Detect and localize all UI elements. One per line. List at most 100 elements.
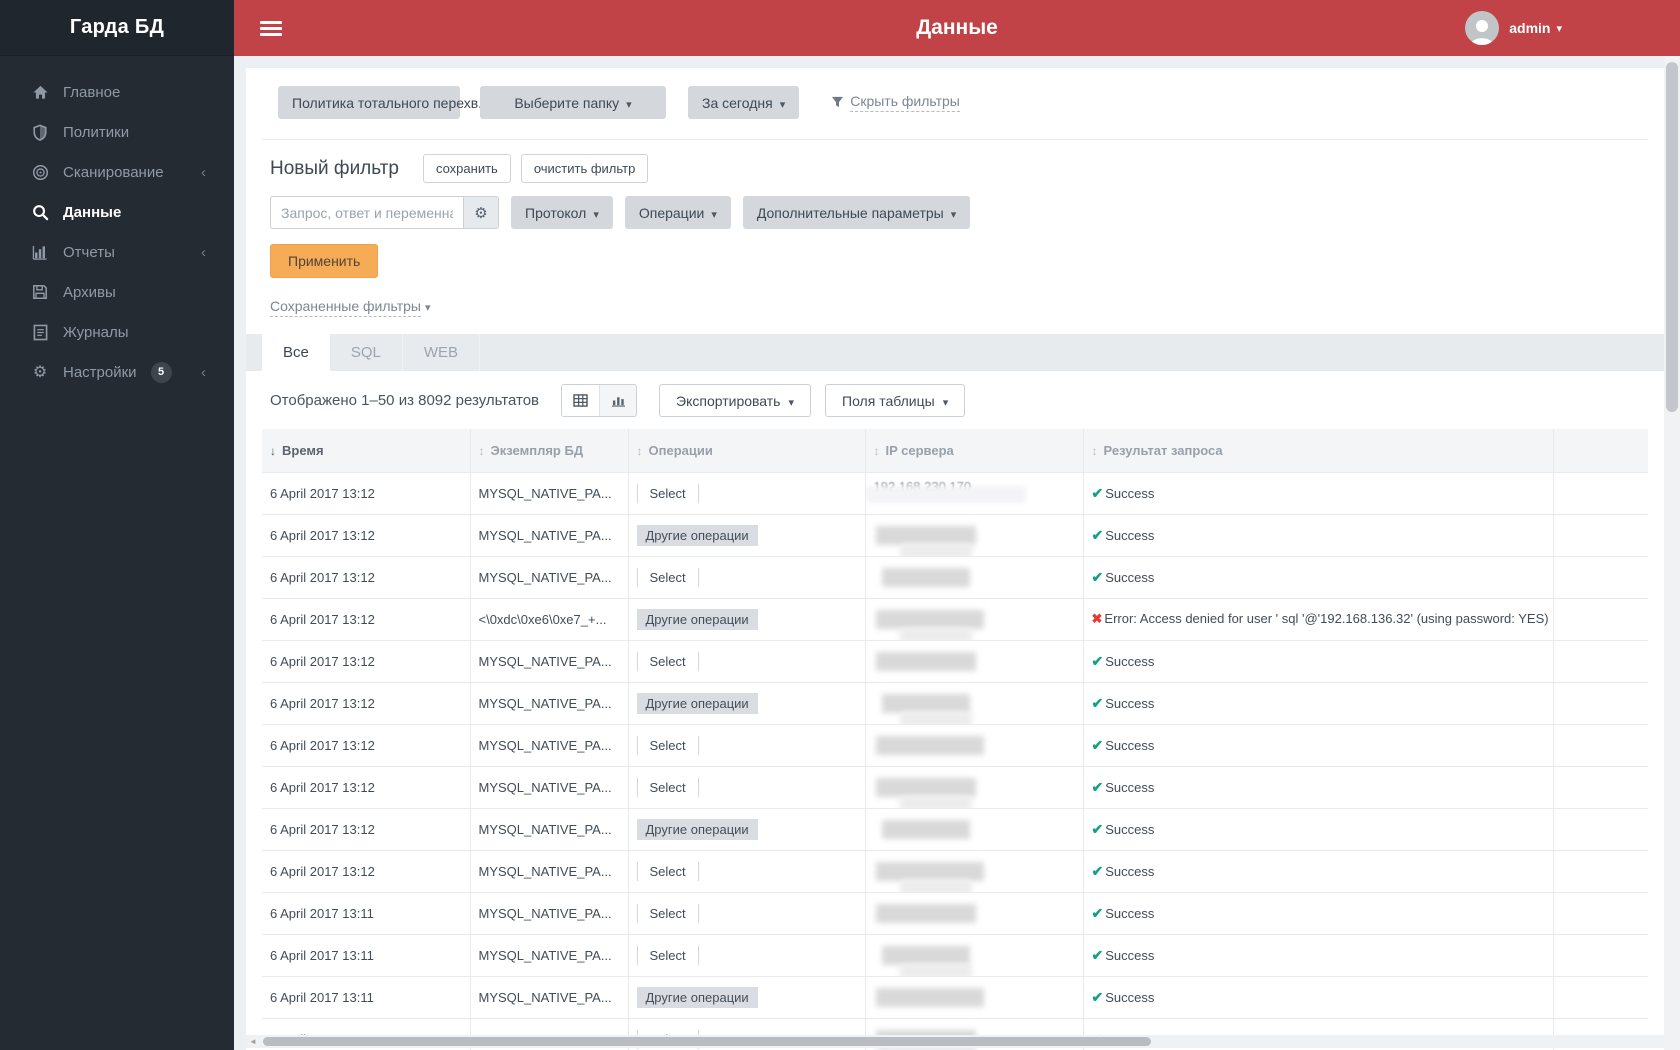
sidebar-item-archives[interactable]: Архивы	[0, 272, 234, 312]
horizontal-scrollbar[interactable]: ◄	[246, 1035, 1664, 1048]
vertical-scrollbar[interactable]	[1664, 56, 1680, 1050]
column-header-operations[interactable]: ↕ Операции	[627, 429, 865, 472]
save-filter-button[interactable]: сохранить	[422, 154, 511, 183]
query-search-input[interactable]	[270, 196, 463, 229]
table-row[interactable]: 6 April 2017 13:12 MYSQL_NATIVE_PA... Se…	[262, 555, 1648, 598]
success-icon: ✔	[1091, 820, 1104, 837]
scroll-left-arrow-icon[interactable]: ◄	[249, 1037, 257, 1046]
app-screen: Гарда БД Главное Политики Сканирование ‹	[0, 0, 1680, 1050]
column-header-server-ip[interactable]: ↕ IP сервера	[864, 429, 1083, 472]
table-view-button[interactable]	[562, 385, 600, 416]
table-row[interactable]: 6 April 2017 13:12 MYSQL_NATIVE_PA... Др…	[262, 681, 1648, 724]
query-filter-row: ⚙ Протокол▾ Операции▾ Дополнительные пар…	[270, 196, 1640, 229]
caret-down-icon: ▾	[950, 208, 957, 221]
additional-params-dropdown[interactable]: Дополнительные параметры ▾	[742, 196, 971, 229]
table-row[interactable]: 6 April 2017 13:11 MYSQL_NATIVE_PA... Др…	[262, 975, 1648, 1018]
sidebar-item-journals[interactable]: Журналы	[0, 312, 234, 352]
cell-filler	[1552, 807, 1648, 850]
sidebar-item-scanning[interactable]: Сканирование ‹	[0, 152, 234, 192]
cell-filler	[1552, 975, 1648, 1018]
protocol-dropdown[interactable]: Протокол ▾	[511, 196, 613, 229]
sort-desc-icon: ↓	[270, 443, 276, 458]
apply-button[interactable]: Применить	[270, 244, 379, 278]
cell-server-ip	[864, 513, 1083, 556]
policy-dropdown[interactable]: Политика тотального перехв...▾	[278, 86, 502, 119]
cell-time: 6 April 2017 13:11	[262, 933, 470, 976]
sidebar-item-label: Главное	[63, 83, 121, 101]
table-row[interactable]: 6 April 2017 13:12 MYSQL_NATIVE_PA... Se…	[262, 765, 1648, 808]
new-filter-title: Новый фильтр	[270, 157, 399, 179]
cell-time: 6 April 2017 13:12	[262, 849, 470, 892]
cell-filler	[1552, 555, 1648, 598]
masked-ip	[866, 599, 1056, 640]
tab-web[interactable]: WEB	[403, 334, 481, 371]
cell-query-result: ✔Success	[1082, 723, 1553, 766]
cell-server-ip	[864, 807, 1083, 850]
cell-server-ip: 192.168.230.170	[864, 471, 1083, 514]
chevron-left-icon: ‹	[201, 363, 206, 381]
masked-ip	[866, 515, 1056, 556]
success-icon: ✔	[1091, 484, 1104, 501]
cell-time: 6 April 2017 13:12	[262, 555, 470, 598]
cell-filler	[1552, 597, 1648, 640]
sort-icon: ↕	[478, 443, 485, 458]
search-settings-button[interactable]: ⚙	[463, 196, 499, 229]
export-dropdown[interactable]: Экспортировать ▾	[659, 384, 812, 417]
sidebar-item-label: Политики	[63, 123, 130, 141]
cell-query-result: ✔Success	[1082, 933, 1553, 976]
cell-operations: Другие операции	[627, 681, 865, 724]
table-row[interactable]: 6 April 2017 13:12 MYSQL_NATIVE_PA... Se…	[262, 639, 1648, 682]
cell-filler	[1552, 639, 1648, 682]
cell-db-instance: MYSQL_NATIVE_PA...	[469, 639, 628, 682]
sidebar-item-main[interactable]: Главное	[0, 72, 234, 112]
sidebar-item-policies[interactable]: Политики	[0, 112, 234, 152]
cell-db-instance: <\0xdc\0xe6\0xe7_+...	[469, 597, 628, 640]
cell-operations: Select	[627, 555, 865, 598]
column-header-db-instance[interactable]: ↕ Экземпляр БД	[469, 429, 628, 472]
cell-server-ip	[864, 975, 1083, 1018]
horizontal-scrollbar-thumb[interactable]	[263, 1037, 1151, 1046]
top-header: Данные admin ▾	[234, 0, 1680, 56]
table-row[interactable]: 6 April 2017 13:11 MYSQL_NATIVE_PA... Se…	[262, 891, 1648, 934]
table-row[interactable]: 6 April 2017 13:11 MYSQL_NATIVE_PA... Se…	[262, 933, 1648, 976]
table-row[interactable]: 6 April 2017 13:12 MYSQL_NATIVE_PA... Se…	[262, 849, 1648, 892]
cell-server-ip	[864, 597, 1083, 640]
column-header-time[interactable]: ↓ Время	[262, 429, 470, 472]
hide-filters-link[interactable]: Скрыть фильтры	[831, 93, 960, 112]
table-row[interactable]: 6 April 2017 13:12 MYSQL_NATIVE_PA... Др…	[262, 807, 1648, 850]
table-fields-dropdown[interactable]: Поля таблицы ▾	[825, 384, 966, 417]
sidebar-item-label: Отчеты	[63, 243, 115, 261]
cell-query-result: ✔Success	[1082, 849, 1553, 892]
cell-filler	[1552, 723, 1648, 766]
operations-dropdown[interactable]: Операции ▾	[624, 196, 731, 229]
vertical-scrollbar-thumb[interactable]	[1666, 62, 1678, 412]
success-icon: ✔	[1091, 862, 1104, 879]
column-header-query-result[interactable]: ↕ Результат запроса	[1082, 429, 1553, 472]
sidebar-item-settings[interactable]: ⚙ Настройки 5 ‹	[0, 352, 234, 392]
tab-sql[interactable]: SQL	[330, 334, 403, 371]
cell-server-ip	[864, 639, 1083, 682]
period-dropdown[interactable]: За сегодня ▾	[688, 86, 800, 119]
cell-db-instance: MYSQL_NATIVE_PA...	[469, 933, 628, 976]
table-row[interactable]: 6 April 2017 13:12 MYSQL_NATIVE_PA... Др…	[262, 513, 1648, 556]
cell-filler	[1552, 513, 1648, 556]
app-logo: Гарда БД	[0, 0, 234, 56]
clear-filter-button[interactable]: очистить фильтр	[520, 154, 649, 183]
tab-all[interactable]: Все	[262, 334, 330, 371]
folder-dropdown[interactable]: Выберите папку ▾	[480, 86, 666, 119]
chart-icon	[30, 244, 50, 261]
cell-query-result: ✔Success	[1082, 807, 1553, 850]
scan-icon	[30, 164, 50, 181]
table-row[interactable]: 6 April 2017 13:12 <\0xdc\0xe6\0xe7_+...…	[262, 597, 1648, 640]
cell-operations: Select	[627, 765, 865, 808]
saved-filters-link[interactable]: Сохраненные фильтры ▾	[270, 298, 431, 317]
chart-view-button[interactable]	[599, 385, 637, 416]
sidebar-item-data[interactable]: Данные	[0, 192, 234, 232]
user-menu[interactable]: admin ▾	[1465, 11, 1562, 45]
cell-filler	[1552, 765, 1648, 808]
results-toolbar: Отображено 1–50 из 8092 результатов Эксп…	[270, 384, 1640, 417]
settings-count-badge: 5	[150, 361, 172, 383]
table-row[interactable]: 6 April 2017 13:12 MYSQL_NATIVE_PA... Se…	[262, 723, 1648, 766]
table-row[interactable]: 6 April 2017 13:12 MYSQL_NATIVE_PA... Se…	[262, 471, 1648, 514]
sidebar-item-reports[interactable]: Отчеты ‹	[0, 232, 234, 272]
